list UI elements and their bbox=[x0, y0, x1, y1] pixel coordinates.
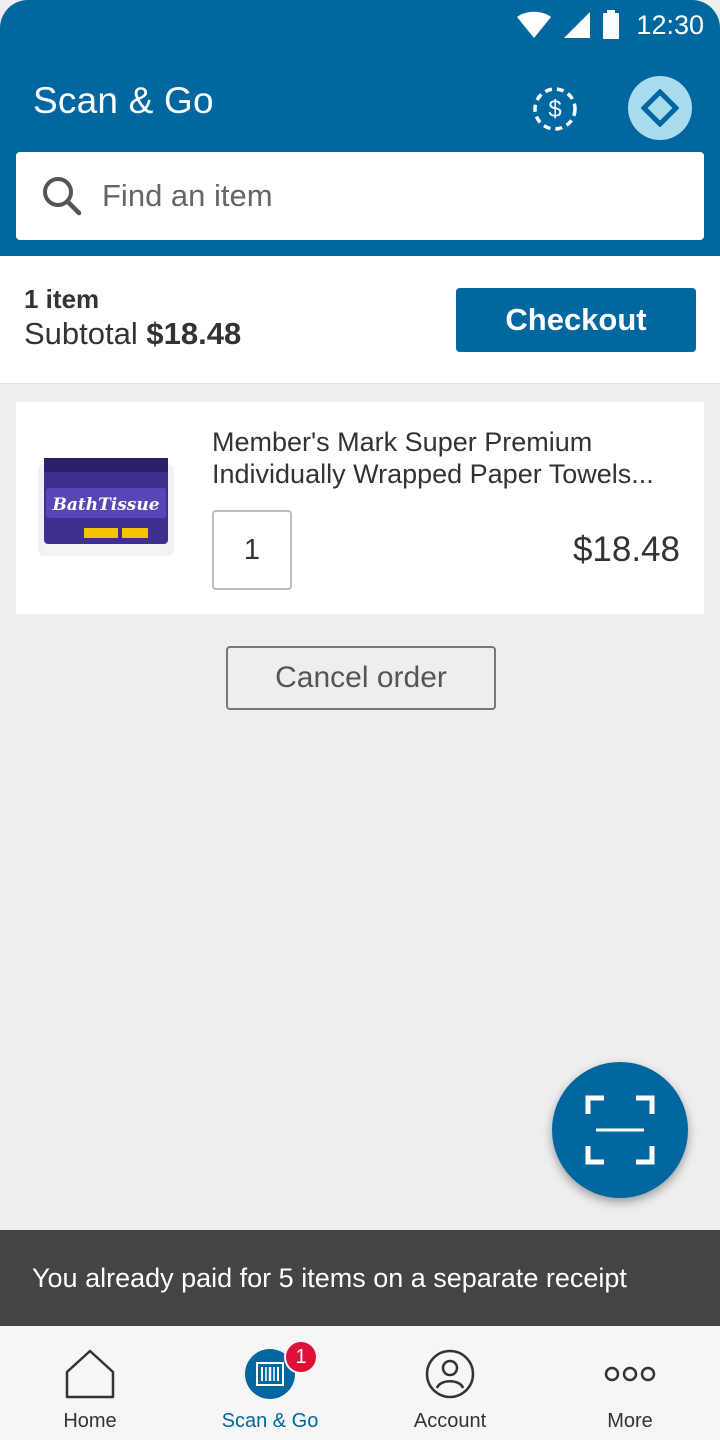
cart-count-badge: 1 bbox=[284, 1340, 318, 1374]
search-input[interactable] bbox=[102, 178, 662, 214]
battery-icon bbox=[603, 10, 620, 39]
page-title: Scan & Go bbox=[33, 80, 214, 121]
nav-home-label: Home bbox=[63, 1410, 117, 1432]
search-icon bbox=[43, 177, 82, 216]
dollar-circle-icon: $ bbox=[533, 87, 577, 131]
checkout-button[interactable]: Checkout bbox=[456, 288, 696, 352]
subtotal-line: Subtotal $18.48 bbox=[24, 316, 241, 352]
item-price: $18.48 bbox=[572, 530, 680, 569]
nav-scan-and-go[interactable]: 1 Scan & Go bbox=[180, 1326, 360, 1440]
nav-account[interactable]: Account bbox=[360, 1326, 540, 1440]
subtotal-label: Subtotal bbox=[24, 316, 138, 351]
product-name[interactable]: Member's Mark Super Premium Individually… bbox=[212, 426, 682, 490]
home-icon bbox=[65, 1349, 115, 1399]
scan-button[interactable] bbox=[552, 1062, 688, 1198]
status-time: 12:30 bbox=[636, 9, 704, 40]
scan-frame-icon bbox=[585, 1095, 655, 1165]
account-icon bbox=[425, 1349, 475, 1399]
nav-account-label: Account bbox=[413, 1410, 487, 1432]
cancel-order-button[interactable]: Cancel order bbox=[226, 646, 496, 710]
wifi-icon bbox=[517, 11, 552, 38]
cart-item[interactable]: BathTissue Member's Mark Super Premium I… bbox=[16, 402, 704, 614]
quantity-selector[interactable]: 1 bbox=[212, 510, 292, 590]
savings-button[interactable]: $ bbox=[530, 84, 580, 134]
bath-tissue-package-image: BathTissue bbox=[38, 458, 174, 556]
more-icon bbox=[604, 1366, 656, 1382]
svg-text:BathTissue: BathTissue bbox=[51, 495, 159, 515]
nav-home[interactable]: Home bbox=[0, 1326, 180, 1440]
app-header: 12:30 Scan & Go $ bbox=[0, 0, 720, 256]
diamond-logo-icon bbox=[641, 89, 679, 127]
item-count: 1 item bbox=[24, 284, 100, 314]
club-services-button[interactable] bbox=[628, 76, 692, 140]
nav-scan-and-go-label: Scan & Go bbox=[221, 1410, 319, 1432]
cellular-signal-icon bbox=[564, 12, 591, 38]
search-bar[interactable] bbox=[16, 152, 704, 240]
nav-more-label: More bbox=[607, 1410, 653, 1432]
cart-summary: 1 item Subtotal $18.48 Checkout bbox=[0, 256, 720, 384]
snackbar-message: You already paid for 5 items on a separa… bbox=[32, 1262, 627, 1293]
svg-text:$: $ bbox=[548, 96, 561, 123]
subtotal-amount: $18.48 bbox=[146, 316, 242, 351]
status-bar: 12:30 bbox=[516, 8, 704, 42]
scan-and-go-screen: 12:30 Scan & Go $ 1 item Subtotal bbox=[0, 0, 720, 1440]
snackbar: You already paid for 5 items on a separa… bbox=[0, 1230, 720, 1326]
bottom-nav: Home 1 Scan & Go Account More bbox=[0, 1326, 720, 1440]
nav-more[interactable]: More bbox=[540, 1326, 720, 1440]
